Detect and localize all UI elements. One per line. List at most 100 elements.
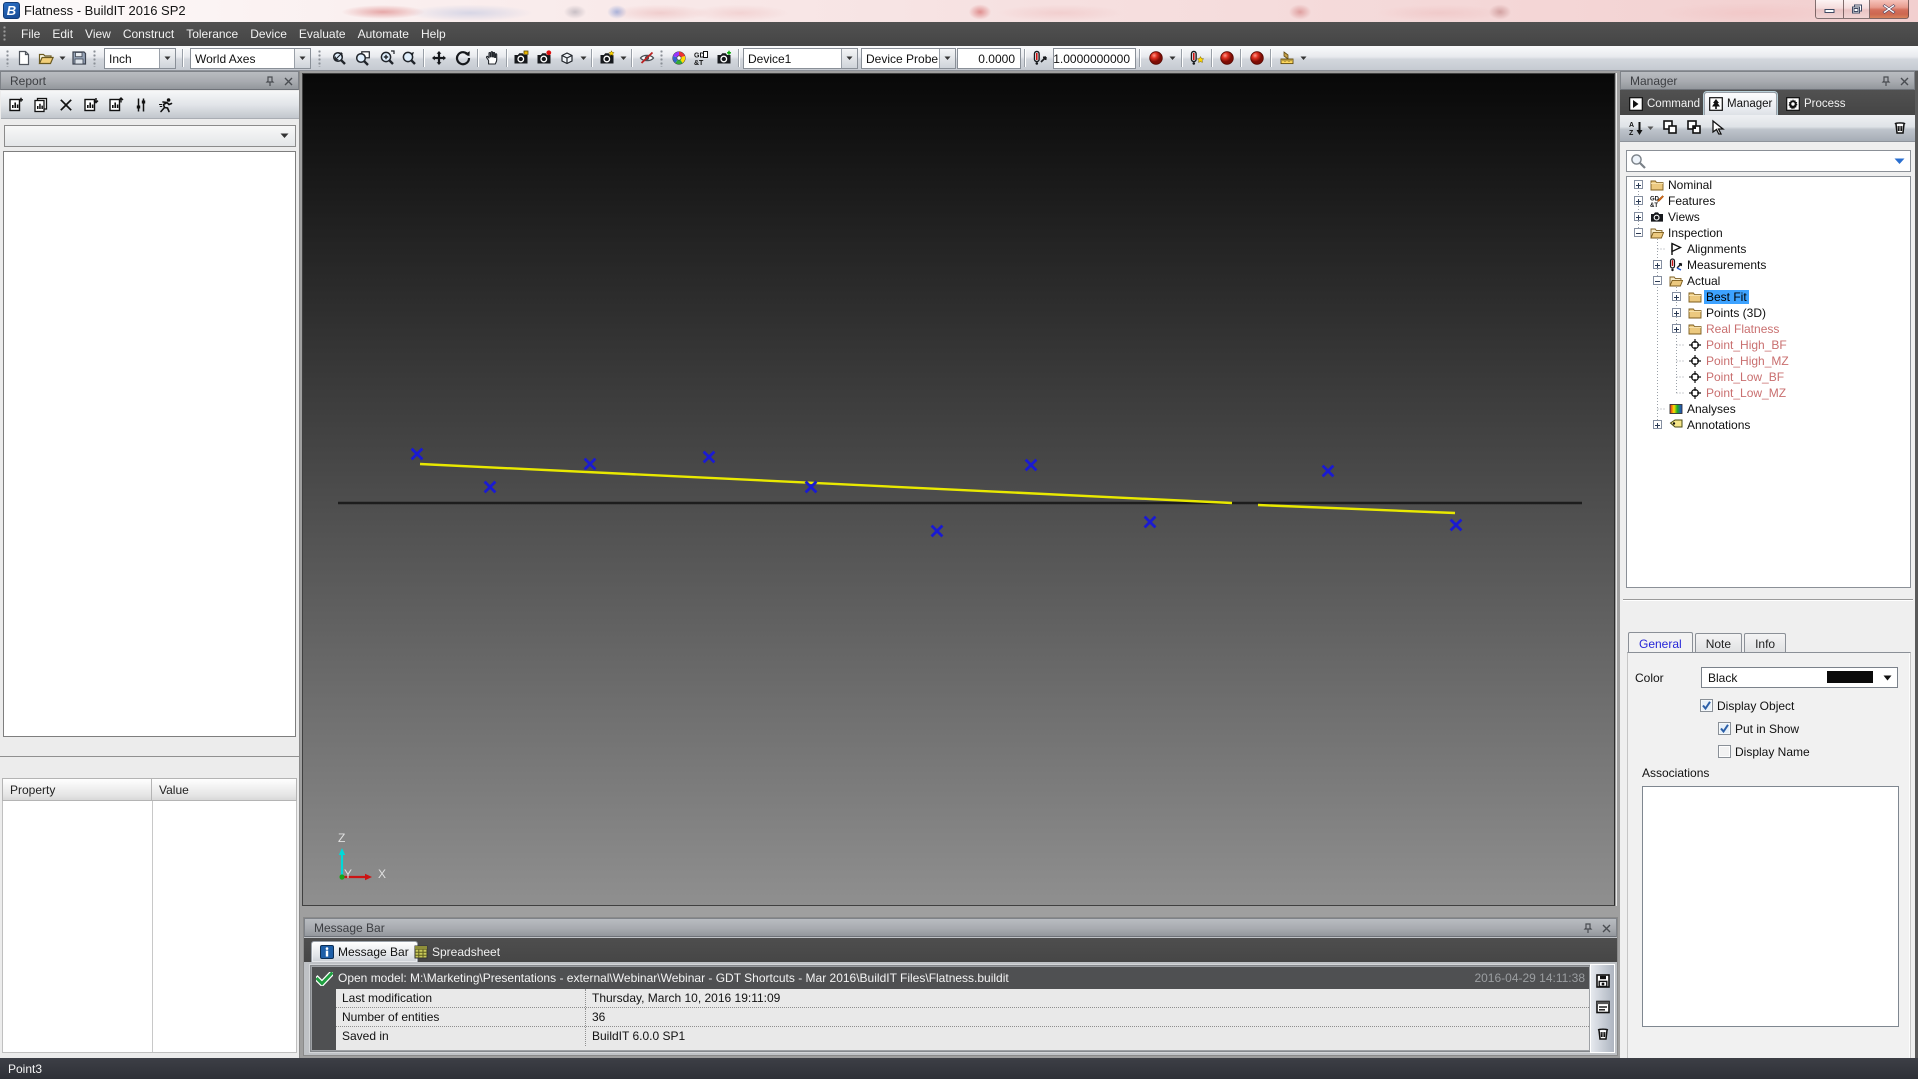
camera-record-button[interactable] xyxy=(533,47,555,69)
tree-item-label[interactable]: Nominal xyxy=(1668,178,1712,192)
collapse-icon[interactable] xyxy=(1653,276,1662,285)
camera-lock-button[interactable] xyxy=(510,47,532,69)
menu-evaluate[interactable]: Evaluate xyxy=(293,23,352,45)
open-document-button[interactable] xyxy=(35,47,57,69)
expand-icon[interactable] xyxy=(1634,212,1643,221)
manager-splitter[interactable] xyxy=(1623,599,1913,600)
pin-icon[interactable] xyxy=(1582,922,1594,934)
duplicate-button[interactable] xyxy=(1686,119,1702,138)
single-point-button[interactable] xyxy=(1216,47,1238,69)
tree-item-label[interactable]: Views xyxy=(1668,210,1700,224)
report-options-button[interactable] xyxy=(132,94,150,116)
message-log-icon[interactable] xyxy=(1595,1000,1610,1017)
saved-view-dropdown[interactable] xyxy=(618,47,629,69)
expand-icon[interactable] xyxy=(1672,308,1681,317)
pin-icon[interactable] xyxy=(264,75,276,87)
report-template-select[interactable] xyxy=(4,125,296,147)
tree-item-label[interactable]: Real Flatness xyxy=(1706,322,1779,336)
grab-button[interactable] xyxy=(481,47,503,69)
close-panel-icon[interactable] xyxy=(282,75,294,87)
tree-item-measurements[interactable]: Measurements xyxy=(1627,257,1910,273)
tree-item-point-high-mz[interactable]: Point_High_MZ xyxy=(1627,353,1910,369)
tree-item-points-3d-[interactable]: Points (3D) xyxy=(1627,305,1910,321)
device-select-dropdown[interactable] xyxy=(841,49,857,68)
message-tab-message-bar[interactable]: Message Bar xyxy=(311,941,418,962)
color-select[interactable]: Black xyxy=(1701,667,1898,688)
details-tab-info[interactable]: Info xyxy=(1744,633,1787,653)
report-run-button[interactable] xyxy=(157,94,175,116)
saved-view-button[interactable] xyxy=(596,47,618,69)
measured-point-marker-8[interactable] xyxy=(1321,464,1335,478)
probe-select-dropdown[interactable] xyxy=(939,49,955,68)
save-button[interactable] xyxy=(68,47,90,69)
tree-item-label[interactable]: Measurements xyxy=(1687,258,1766,272)
zoom-dynamic-button[interactable] xyxy=(328,47,350,69)
view-cube-dropdown[interactable] xyxy=(578,47,589,69)
tree-item-point-low-mz[interactable]: Point_Low_MZ xyxy=(1627,385,1910,401)
expand-icon[interactable] xyxy=(1653,420,1662,429)
menu-file[interactable]: File xyxy=(15,23,46,45)
measured-point-marker-3[interactable] xyxy=(702,450,716,464)
measure-distance-dropdown[interactable] xyxy=(1298,47,1309,69)
tree-item-label[interactable]: Inspection xyxy=(1668,226,1723,240)
tree-item-features[interactable]: GD &T Features xyxy=(1627,193,1910,209)
gdt-button[interactable]: GD &T xyxy=(690,47,712,69)
pan-button[interactable] xyxy=(428,47,450,69)
copy-button[interactable] xyxy=(1662,119,1678,138)
tree-item-views[interactable]: Views xyxy=(1627,209,1910,225)
tree-item-label[interactable]: Point_High_BF xyxy=(1706,338,1787,352)
manager-tab-command[interactable]: Command xyxy=(1625,93,1704,115)
capture-view-button[interactable] xyxy=(713,47,735,69)
new-document-button[interactable] xyxy=(13,47,35,69)
menu-device[interactable]: Device xyxy=(244,23,293,45)
device-select[interactable]: Device1 xyxy=(743,48,858,69)
expand-icon[interactable] xyxy=(1653,260,1662,269)
view-cube-button[interactable] xyxy=(556,47,578,69)
tree-item-label[interactable]: Actual xyxy=(1687,274,1720,288)
measured-point-marker-6[interactable] xyxy=(1024,458,1038,472)
report-copy-button[interactable] xyxy=(32,94,50,116)
report-import-button[interactable] xyxy=(82,94,100,116)
property-table-header-value[interactable]: Value xyxy=(152,778,297,801)
coordinate-system-select[interactable]: World Axes xyxy=(190,48,311,69)
associations-list[interactable] xyxy=(1642,786,1899,1027)
probe-settings-button[interactable] xyxy=(1186,47,1208,69)
manager-search-box[interactable] xyxy=(1626,150,1911,172)
zoom-selection-button[interactable] xyxy=(398,47,420,69)
hide-object-button[interactable] xyxy=(636,47,658,69)
units-select-dropdown[interactable] xyxy=(159,49,175,68)
measured-point-marker-5[interactable] xyxy=(930,524,944,538)
measure-point-dropdown[interactable] xyxy=(1167,47,1178,69)
left-dock-splitter[interactable] xyxy=(0,756,299,757)
3d-viewport[interactable]: Z Y X xyxy=(302,73,1615,906)
report-export-button[interactable] xyxy=(107,94,125,116)
details-tab-general[interactable]: General xyxy=(1628,632,1693,653)
search-dropdown-icon[interactable] xyxy=(1894,158,1905,165)
tree-item-actual[interactable]: Actual xyxy=(1627,273,1910,289)
clear-messages-icon[interactable] xyxy=(1596,1026,1610,1043)
menu-view[interactable]: View xyxy=(79,23,117,45)
menu-edit[interactable]: Edit xyxy=(46,23,79,45)
manager-tab-manager[interactable]: Manager xyxy=(1704,92,1778,115)
tree-item-label[interactable]: Point_Low_BF xyxy=(1706,370,1784,384)
restore-button[interactable] xyxy=(1843,0,1870,19)
measured-point-marker-7[interactable] xyxy=(1143,515,1157,529)
message-tab-spreadsheet[interactable]: Spreadsheet xyxy=(406,941,508,962)
tree-item-label[interactable]: Features xyxy=(1668,194,1715,208)
tree-item-label[interactable]: Points (3D) xyxy=(1706,306,1766,320)
toolbar-grip[interactable] xyxy=(660,50,665,67)
minimize-button[interactable] xyxy=(1815,0,1843,19)
measured-point-marker-9[interactable] xyxy=(1449,518,1463,532)
title-bar[interactable]: B Flatness - BuildIT 2016 SP2 xyxy=(0,0,1918,22)
pin-icon[interactable] xyxy=(1880,75,1892,87)
expand-icon[interactable] xyxy=(1672,292,1681,301)
toolbar-grip[interactable] xyxy=(318,50,323,67)
delete-button[interactable] xyxy=(1892,119,1908,138)
measured-point-marker-0[interactable] xyxy=(410,447,424,461)
measure-point-button[interactable] xyxy=(1145,47,1167,69)
tree-item-point-low-bf[interactable]: Point_Low_BF xyxy=(1627,369,1910,385)
menu-construct[interactable]: Construct xyxy=(117,23,180,45)
probe-offset-field[interactable]: 0.0000 xyxy=(957,48,1021,69)
tree-item-real-flatness[interactable]: Real Flatness xyxy=(1627,321,1910,337)
continuous-point-button[interactable] xyxy=(1246,47,1268,69)
